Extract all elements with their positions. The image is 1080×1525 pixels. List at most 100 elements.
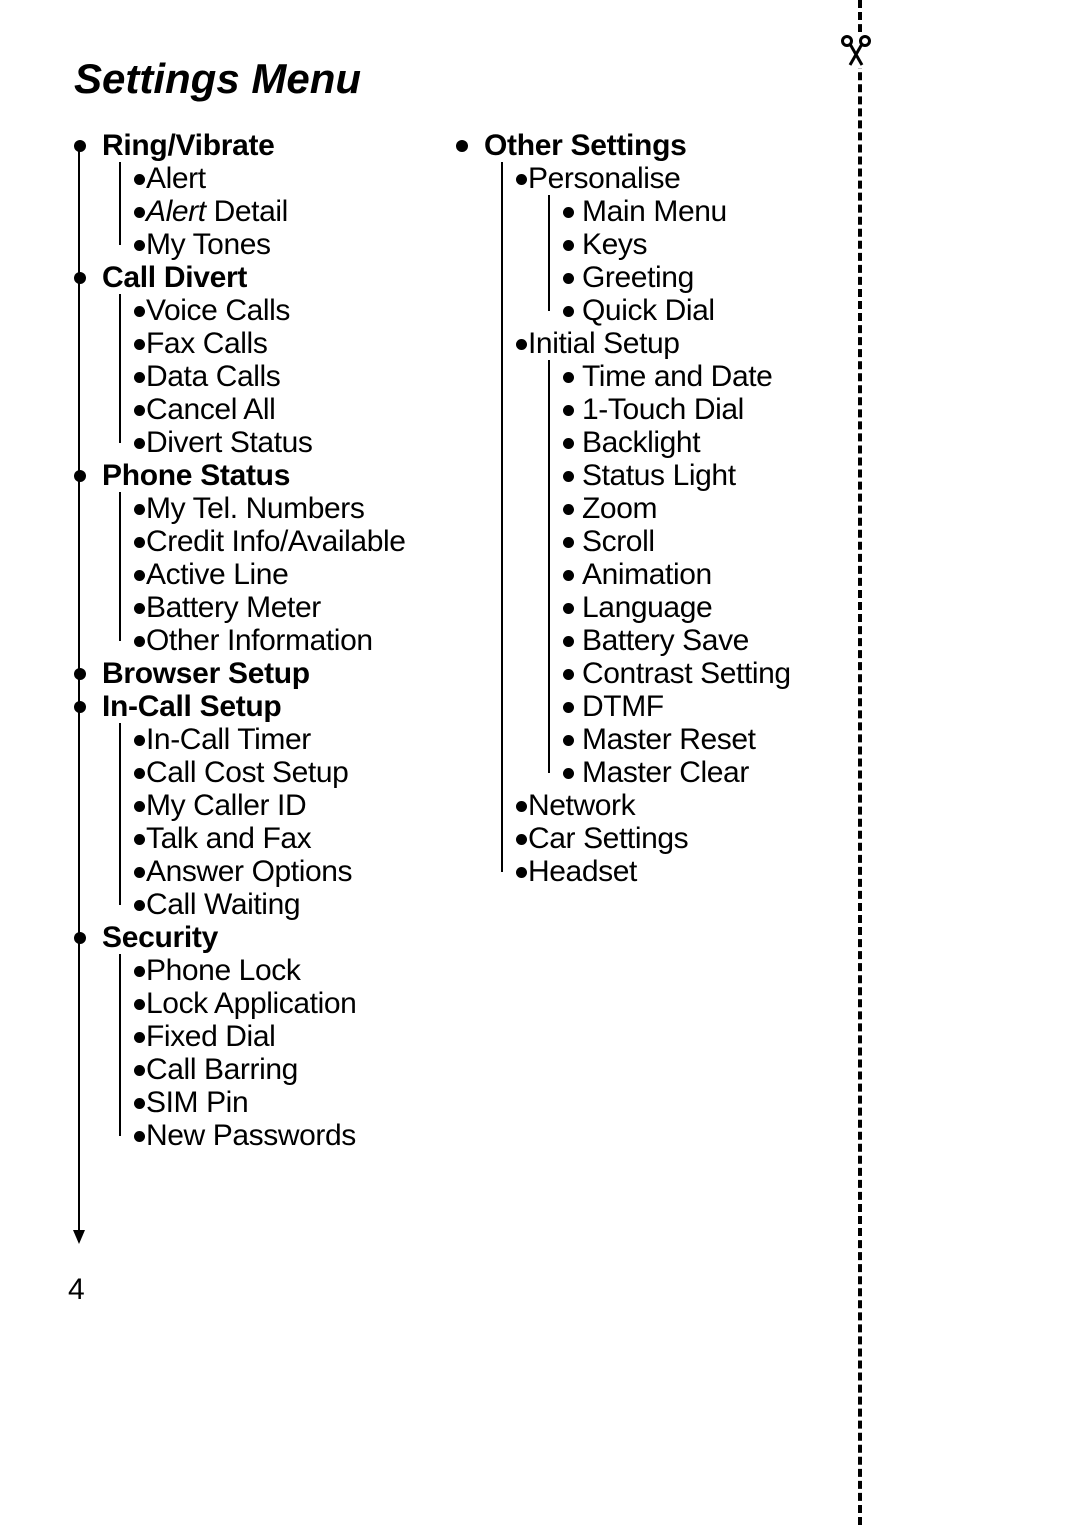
scissors-icon — [838, 32, 874, 68]
section-security: Security Phone Lock Lock Application Fix… — [74, 921, 456, 1152]
menu-item: Alert — [122, 162, 456, 195]
submenu-item: Quick Dial — [554, 294, 876, 327]
submenu-item: Keys — [554, 228, 876, 261]
menu-item-label: Answer Options — [146, 855, 456, 888]
document-page: Settings Menu Ring/Vibrate Alert Alert D… — [0, 0, 1080, 1525]
menu-item-label: Lock Application — [146, 987, 456, 1020]
plain-text: Detail — [206, 195, 288, 228]
menu-item-label: Call Waiting — [146, 888, 456, 921]
menu-item-label: Fax Calls — [146, 327, 456, 360]
submenu-item: Master Reset — [554, 723, 876, 756]
submenu-item-label: Scroll — [582, 525, 876, 558]
menu-item: Call Waiting — [122, 888, 456, 921]
menu-item: Talk and Fax — [122, 822, 456, 855]
section-heading: Call Divert — [102, 261, 456, 294]
menu-item-label: Call Barring — [146, 1053, 456, 1086]
submenu-item: Zoom — [554, 492, 876, 525]
submenu-item-label: Quick Dial — [582, 294, 876, 327]
menu-item-label: Alert — [146, 162, 456, 195]
submenu-item: Backlight — [554, 426, 876, 459]
menu-item-label: Headset — [528, 855, 876, 888]
submenu-item: Main Menu — [554, 195, 876, 228]
menu-item-label: Initial Setup — [528, 327, 876, 360]
submenu-item: Language — [554, 591, 876, 624]
submenu-item-label: Master Clear — [582, 756, 876, 789]
page-number: 4 — [68, 1273, 85, 1307]
menu-item-personalise: Personalise Main Menu Keys Greeting Quic… — [504, 162, 876, 327]
submenu-item-label: Contrast Setting — [582, 657, 876, 690]
menu-item: Cancel All — [122, 393, 456, 426]
section-heading: Security — [102, 921, 456, 954]
submenu-item: Time and Date — [554, 360, 876, 393]
submenu-item: DTMF — [554, 690, 876, 723]
menu-item-label: Battery Meter — [146, 591, 456, 624]
menu-item-initial-setup: Initial Setup Time and Date 1-Touch Dial… — [504, 327, 876, 789]
menu-item: Alert Detail — [122, 195, 456, 228]
submenu-item: 1-Touch Dial — [554, 393, 876, 426]
menu-item: Lock Application — [122, 987, 456, 1020]
menu-item-label: Data Calls — [146, 360, 456, 393]
menu-item-label: My Tones — [146, 228, 456, 261]
submenu-item: Greeting — [554, 261, 876, 294]
submenu-item-label: 1-Touch Dial — [582, 393, 876, 426]
submenu-item-label: Keys — [582, 228, 876, 261]
menu-item-label: Credit Info/Available — [146, 525, 456, 558]
submenu-item-label: Status Light — [582, 459, 876, 492]
submenu-item-label: Animation — [582, 558, 876, 591]
menu-item: Phone Lock — [122, 954, 456, 987]
menu-item-label: SIM Pin — [146, 1086, 456, 1119]
section-heading: In-Call Setup — [102, 690, 456, 723]
submenu-item: Battery Save — [554, 624, 876, 657]
section-other-settings: Other Settings Personalise Main Menu Key… — [456, 129, 876, 888]
section-heading: Phone Status — [102, 459, 456, 492]
menu-item-label: Car Settings — [528, 822, 876, 855]
section-in-call-setup: In-Call Setup In-Call Timer Call Cost Se… — [74, 690, 456, 921]
menu-item-label: Phone Lock — [146, 954, 456, 987]
submenu-item-label: Zoom — [582, 492, 876, 525]
menu-item: Fixed Dial — [122, 1020, 456, 1053]
menu-item: Other Information — [122, 624, 456, 657]
menu-item: My Caller ID — [122, 789, 456, 822]
submenu-item: Status Light — [554, 459, 876, 492]
menu-item: Fax Calls — [122, 327, 456, 360]
menu-item: Answer Options — [122, 855, 456, 888]
menu-item-label: Cancel All — [146, 393, 456, 426]
menu-item-label: Active Line — [146, 558, 456, 591]
menu-item: Call Barring — [122, 1053, 456, 1086]
content-columns: Ring/Vibrate Alert Alert Detail My Tones… — [74, 129, 1080, 1152]
menu-item: In-Call Timer — [122, 723, 456, 756]
column-right: Other Settings Personalise Main Menu Key… — [456, 129, 876, 1152]
menu-item-label: Fixed Dial — [146, 1020, 456, 1053]
page-title: Settings Menu — [74, 55, 1080, 103]
menu-item-label: Divert Status — [146, 426, 456, 459]
section-ring-vibrate: Ring/Vibrate Alert Alert Detail My Tones — [74, 129, 456, 261]
menu-item: Voice Calls — [122, 294, 456, 327]
submenu-item: Scroll — [554, 525, 876, 558]
menu-item-label: Alert Detail — [146, 195, 456, 228]
menu-item: Data Calls — [122, 360, 456, 393]
submenu-item-label: Main Menu — [582, 195, 876, 228]
menu-item-label: My Caller ID — [146, 789, 456, 822]
menu-item-headset: Headset — [504, 855, 876, 888]
submenu-item: Master Clear — [554, 756, 876, 789]
menu-item: My Tones — [122, 228, 456, 261]
menu-item: My Tel. Numbers — [122, 492, 456, 525]
submenu-item-label: DTMF — [582, 690, 876, 723]
submenu-item: Contrast Setting — [554, 657, 876, 690]
menu-item-label: Other Information — [146, 624, 456, 657]
menu-item-label: My Tel. Numbers — [146, 492, 456, 525]
submenu-item-label: Backlight — [582, 426, 876, 459]
menu-item-label: Personalise — [528, 162, 876, 195]
menu-item-label: New Passwords — [146, 1119, 456, 1152]
menu-item-car-settings: Car Settings — [504, 822, 876, 855]
submenu-item: Animation — [554, 558, 876, 591]
submenu-item-label: Greeting — [582, 261, 876, 294]
menu-item-label: Call Cost Setup — [146, 756, 456, 789]
menu-item: Call Cost Setup — [122, 756, 456, 789]
section-phone-status: Phone Status My Tel. Numbers Credit Info… — [74, 459, 456, 657]
section-heading: Browser Setup — [102, 657, 456, 690]
cut-line-icon — [858, 0, 862, 1525]
section-heading: Ring/Vibrate — [102, 129, 456, 162]
menu-item-network: Network — [504, 789, 876, 822]
column-left: Ring/Vibrate Alert Alert Detail My Tones… — [74, 129, 456, 1152]
